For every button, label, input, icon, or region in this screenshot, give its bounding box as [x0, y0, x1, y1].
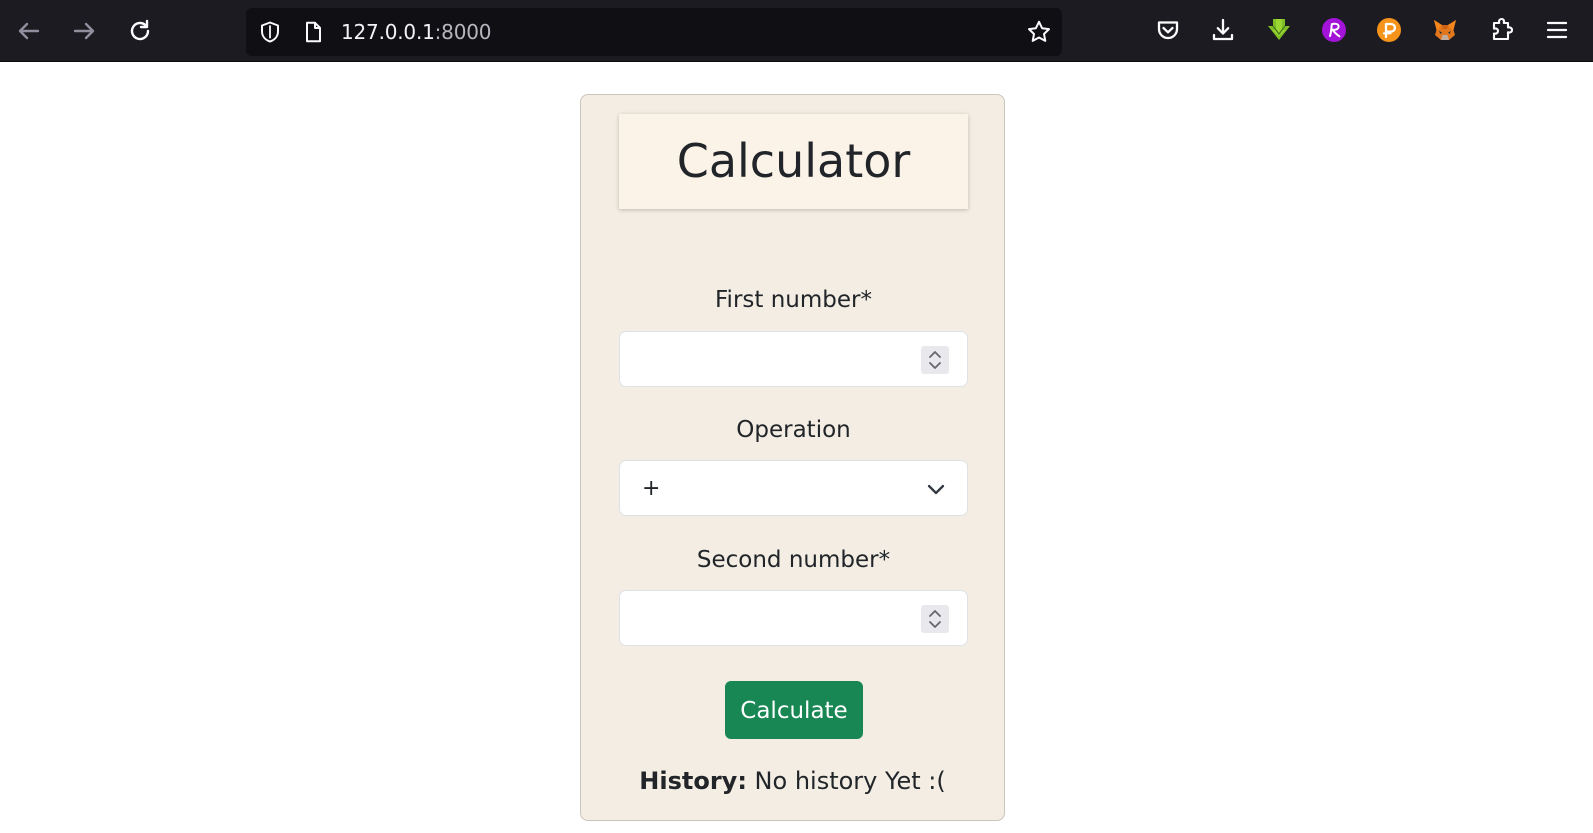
url-text[interactable]: 127.0.0.1:8000 [341, 20, 491, 44]
reload-icon [130, 19, 150, 41]
back-arrow-icon [18, 22, 40, 40]
operation-label: Operation [736, 417, 851, 443]
reload-button[interactable] [123, 14, 157, 48]
stepper-arrows-icon [929, 351, 941, 369]
title-panel: Calculator [619, 114, 968, 209]
operation-selected-value: + [642, 476, 661, 501]
browser-toolbar: 127.0.0.1:8000 [0, 0, 1593, 62]
download-icon [1212, 18, 1234, 41]
shield-icon[interactable] [258, 20, 282, 44]
history-line: History: No history Yet :( [581, 766, 1004, 796]
stepper-arrows-icon [929, 610, 941, 628]
extensions-button[interactable] [1486, 15, 1516, 45]
pocket-icon [1157, 21, 1179, 40]
green-download-extension-button[interactable] [1264, 15, 1294, 45]
r-extension-icon [1322, 18, 1346, 42]
history-label: History: [639, 767, 747, 795]
fox-extension-icon [1434, 20, 1456, 40]
calculator-card: Calculator First number* Operation + Sec… [580, 94, 1005, 821]
address-bar[interactable]: 127.0.0.1:8000 [246, 8, 1062, 56]
url-port: :8000 [434, 20, 492, 44]
pocket-button[interactable] [1153, 15, 1183, 45]
p-extension-icon [1377, 18, 1401, 42]
second-number-label: Second number* [696, 547, 891, 573]
second-number-field[interactable] [619, 590, 968, 646]
first-number-stepper[interactable] [921, 346, 949, 374]
p-extension-button[interactable] [1374, 15, 1404, 45]
page-content: Calculator First number* Operation + Sec… [0, 62, 1593, 833]
second-number-stepper[interactable] [921, 605, 949, 633]
calculate-button[interactable]: Calculate [725, 681, 863, 739]
chevron-down-icon [927, 484, 945, 495]
history-value: No history Yet :( [746, 767, 946, 795]
r-extension-button[interactable] [1319, 15, 1349, 45]
star-icon[interactable] [1026, 19, 1052, 45]
hamburger-menu-icon [1546, 21, 1568, 39]
operation-select[interactable]: + [619, 460, 968, 516]
first-number-label: First number* [715, 287, 872, 313]
page-icon[interactable] [301, 20, 325, 44]
url-host: 127.0.0.1 [341, 20, 435, 44]
fox-extension-button[interactable] [1430, 15, 1460, 45]
back-button[interactable] [12, 14, 46, 48]
forward-button[interactable] [67, 14, 101, 48]
forward-arrow-icon [73, 22, 95, 40]
puzzle-icon [1492, 17, 1514, 41]
downloads-button[interactable] [1208, 15, 1238, 45]
green-download-extension-icon [1268, 19, 1290, 40]
application-menu-button[interactable] [1542, 15, 1572, 45]
page-title: Calculator [676, 134, 911, 188]
first-number-field[interactable] [619, 331, 968, 387]
